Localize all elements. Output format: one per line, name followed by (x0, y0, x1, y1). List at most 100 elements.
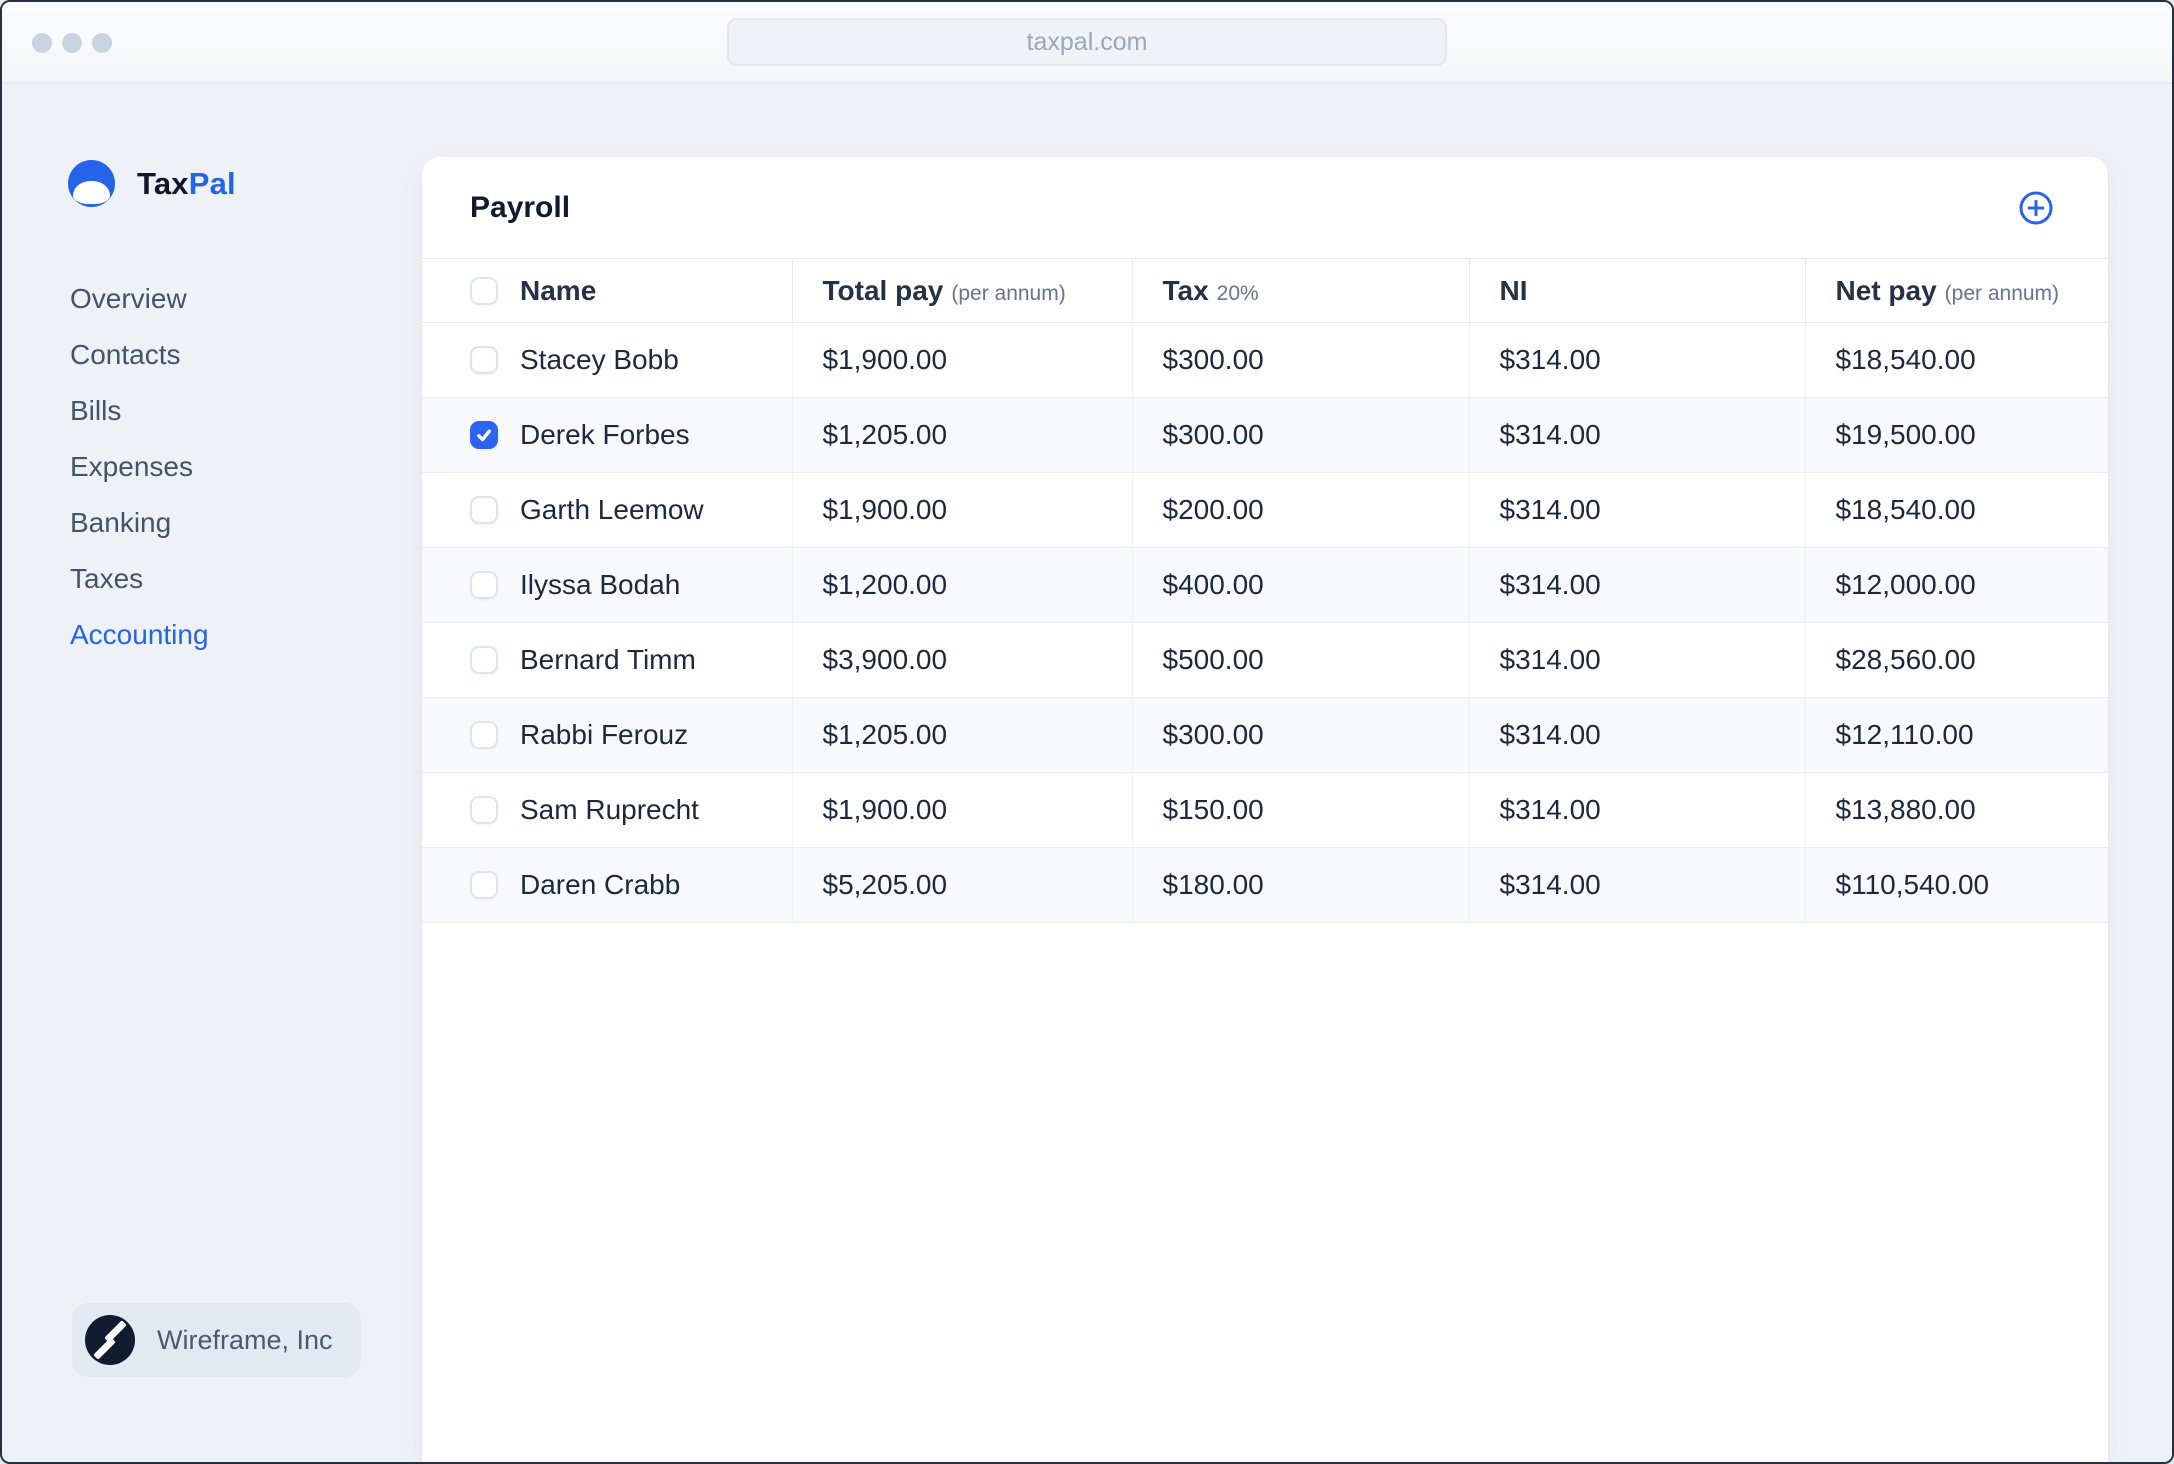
org-logo-icon (85, 1315, 135, 1365)
screenshot-frame: taxpal.com TaxPal Overview Contacts Bills E… (0, 0, 2174, 1464)
cell-name: Stacey Bobb (422, 322, 792, 398)
table-row: Garth Leemow $1,900.00 $200.00 $314.00 $… (422, 472, 2108, 548)
payroll-card: Payroll Name Total pay (per annum) Tax 2… (422, 157, 2108, 1462)
sidebar-item-overview[interactable]: Overview (70, 271, 422, 327)
cell-total-pay: $3,900.00 (791, 622, 1132, 698)
cell-total-pay: $1,205.00 (791, 697, 1132, 773)
cell-tax: $300.00 (1131, 697, 1469, 773)
employee-name: Stacey Bobb (520, 344, 679, 375)
employee-name: Rabbi Ferouz (520, 719, 689, 750)
checkmark-icon (477, 429, 491, 442)
cell-name: Sam Ruprecht (422, 772, 792, 848)
column-header-total-pay: Total pay (per annum) (791, 258, 1132, 323)
cell-tax: $300.00 (1131, 322, 1469, 398)
browser-chrome: taxpal.com (2, 2, 2172, 84)
cell-net-pay: $18,540.00 (1804, 472, 2108, 548)
sidebar-item-taxes[interactable]: Taxes (70, 551, 422, 607)
sidebar-item-accounting[interactable]: Accounting (70, 607, 422, 663)
cell-ni: $314.00 (1468, 622, 1805, 698)
url-input[interactable]: taxpal.com (727, 18, 1447, 66)
column-header-net-pay: Net pay (per annum) (1804, 258, 2108, 323)
column-header-tax: Tax 20% (1131, 258, 1469, 323)
sidebar-item-bills[interactable]: Bills (70, 383, 422, 439)
cell-tax: $180.00 (1131, 847, 1469, 923)
sidebar-item-contacts[interactable]: Contacts (70, 327, 422, 383)
row-checkbox[interactable] (470, 496, 498, 524)
cell-total-pay: $1,205.00 (791, 397, 1132, 473)
sidebar-item-expenses[interactable]: Expenses (70, 439, 422, 495)
org-switcher[interactable]: Wireframe, Inc (72, 1303, 361, 1377)
cell-total-pay: $1,900.00 (791, 322, 1132, 398)
cell-net-pay: $18,540.00 (1804, 322, 2108, 398)
cell-ni: $314.00 (1468, 397, 1805, 473)
cell-name: Garth Leemow (422, 472, 792, 548)
row-checkbox[interactable] (470, 871, 498, 899)
sidebar-nav: Overview Contacts Bills Expenses Banking Taxe… (2, 271, 422, 663)
cell-total-pay: $1,200.00 (791, 547, 1132, 623)
cell-net-pay: $12,000.00 (1804, 547, 2108, 623)
window-control-dot[interactable] (92, 33, 112, 53)
cell-ni: $314.00 (1468, 697, 1805, 773)
select-all-checkbox[interactable] (470, 276, 498, 305)
circle-plus-icon (2019, 191, 2053, 224)
cell-tax: $300.00 (1131, 397, 1469, 473)
cell-name: Daren Crabb (422, 847, 792, 923)
row-checkbox[interactable] (470, 571, 498, 599)
cell-total-pay: $1,900.00 (791, 472, 1132, 548)
cell-tax: $200.00 (1131, 472, 1469, 548)
cell-ni: $314.00 (1468, 847, 1805, 923)
employee-name: Ilyssa Bodah (520, 569, 681, 600)
cell-tax: $500.00 (1131, 622, 1469, 698)
brand-logo[interactable]: TaxPal (68, 160, 422, 207)
row-checkbox[interactable] (470, 721, 498, 749)
cell-ni: $314.00 (1468, 472, 1805, 548)
payroll-table: Name Total pay (per annum) Tax 20% NI Net … (422, 258, 2108, 923)
cell-name: Ilyssa Bodah (422, 547, 792, 623)
table-row: Sam Ruprecht $1,900.00 $150.00 $314.00 $… (422, 772, 2108, 848)
row-checkbox[interactable] (470, 346, 498, 374)
sidebar: TaxPal Overview Contacts Bills Expenses Bank… (2, 84, 422, 1462)
org-name: Wireframe, Inc (157, 1324, 333, 1355)
cell-total-pay: $1,900.00 (791, 772, 1132, 848)
cell-name: Derek Forbes (422, 397, 792, 473)
taxpal-logo-icon (68, 160, 115, 207)
cell-name: Rabbi Ferouz (422, 697, 792, 773)
table-row: Derek Forbes $1,205.00 $300.00 $314.00 $… (422, 397, 2108, 473)
table-row: Ilyssa Bodah $1,200.00 $400.00 $314.00 $… (422, 547, 2108, 623)
table-header-row: Name Total pay (per annum) Tax 20% NI Net … (422, 258, 2108, 323)
employee-name: Daren Crabb (520, 869, 681, 900)
window-control-dot[interactable] (32, 33, 52, 53)
table-row: Bernard Timm $3,900.00 $500.00 $314.00 $… (422, 622, 2108, 698)
payroll-card-header: Payroll (422, 157, 2108, 258)
row-checkbox[interactable] (470, 421, 498, 449)
cell-ni: $314.00 (1468, 772, 1805, 848)
cell-net-pay: $110,540.00 (1804, 847, 2108, 923)
cell-net-pay: $19,500.00 (1804, 397, 2108, 473)
table-row: Daren Crabb $5,205.00 $180.00 $314.00 $1… (422, 847, 2108, 923)
window-control-dot[interactable] (62, 33, 82, 53)
cell-tax: $400.00 (1131, 547, 1469, 623)
employee-name: Bernard Timm (520, 644, 696, 675)
employee-name: Sam Ruprecht (520, 794, 699, 825)
employee-name: Derek Forbes (520, 419, 690, 450)
employee-name: Garth Leemow (520, 494, 704, 525)
column-header-ni: NI (1468, 258, 1805, 323)
cell-tax: $150.00 (1131, 772, 1469, 848)
cell-net-pay: $13,880.00 (1804, 772, 2108, 848)
cell-ni: $314.00 (1468, 547, 1805, 623)
row-checkbox[interactable] (470, 796, 498, 824)
page-title: Payroll (470, 190, 571, 224)
column-header-name: Name (422, 258, 792, 323)
app-body: TaxPal Overview Contacts Bills Expenses Bank… (2, 84, 2172, 1462)
cell-net-pay: $28,560.00 (1804, 622, 2108, 698)
brand-name: TaxPal (137, 165, 236, 201)
url-text: taxpal.com (1026, 27, 1148, 56)
window-controls (32, 33, 112, 53)
table-row: Stacey Bobb $1,900.00 $300.00 $314.00 $1… (422, 322, 2108, 398)
sidebar-item-banking[interactable]: Banking (70, 495, 422, 551)
cell-total-pay: $5,205.00 (791, 847, 1132, 923)
cell-net-pay: $12,110.00 (1804, 697, 2108, 773)
cell-ni: $314.00 (1468, 322, 1805, 398)
add-employee-button[interactable] (2016, 188, 2056, 228)
row-checkbox[interactable] (470, 646, 498, 674)
